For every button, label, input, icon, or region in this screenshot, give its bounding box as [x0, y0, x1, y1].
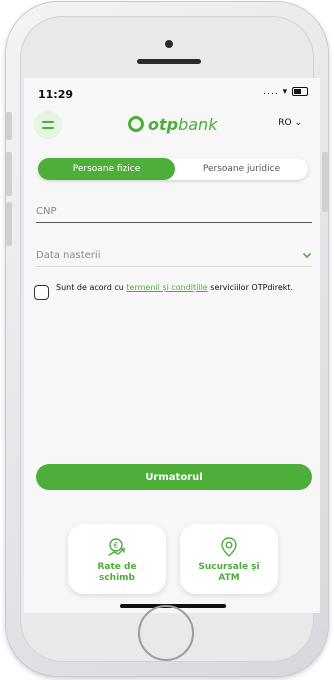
side-button: [6, 112, 12, 140]
app-screen: 11:29 .... ▾ otpbank RO ⌄ Persoane fizic…: [24, 78, 320, 613]
branches-atm-button[interactable]: Sucursale și ATM: [180, 524, 278, 594]
next-button[interactable]: Urmatorul: [36, 464, 312, 490]
wifi-icon: ▾: [282, 87, 289, 97]
location-pin-icon: [221, 537, 237, 557]
logo-text: otpbank: [148, 114, 218, 134]
exchange-rate-icon: €: [108, 538, 125, 556]
side-button: [6, 152, 12, 196]
home-button[interactable]: [138, 605, 194, 661]
otp-logo-icon: [128, 116, 144, 132]
front-camera: [165, 40, 173, 48]
hamburger-icon: [42, 121, 54, 123]
birthdate-field[interactable]: Data nasterii: [36, 248, 312, 267]
branches-atm-label: Sucursale și ATM: [198, 562, 260, 583]
birthdate-placeholder: Data nasterii: [36, 250, 101, 261]
language-selector[interactable]: RO ⌄: [278, 118, 302, 128]
cnp-placeholder: CNP: [36, 206, 57, 217]
menu-button[interactable]: [34, 111, 62, 139]
exchange-rates-label: Rate de schimb: [97, 562, 137, 583]
chevron-down-icon: [303, 253, 311, 258]
status-icons: .... ▾: [263, 87, 308, 97]
side-button: [322, 152, 328, 212]
earpiece-speaker: [137, 59, 201, 64]
hamburger-icon: [42, 127, 54, 129]
tab-persoane-fizice[interactable]: Persoane fizice: [38, 158, 175, 180]
battery-icon: [292, 87, 308, 96]
side-button: [6, 202, 12, 246]
otp-bank-logo: otpbank: [128, 113, 217, 135]
terms-text: Sunt de acord cu termenii și condițiile …: [56, 283, 294, 292]
customer-type-toggle: Persoane fizice Persoane juridice: [38, 158, 308, 180]
tab-persoane-juridice[interactable]: Persoane juridice: [175, 158, 308, 180]
svg-text:€: €: [113, 541, 118, 550]
chevron-down-icon: ⌄: [294, 118, 302, 128]
cnp-field[interactable]: CNP: [36, 204, 312, 223]
status-time: 11:29: [38, 88, 74, 101]
language-label: RO: [278, 118, 292, 128]
status-bar: 11:29 .... ▾: [24, 78, 320, 106]
signal-icon: ....: [263, 87, 279, 97]
app-header: otpbank RO ⌄: [24, 106, 320, 144]
terms-consent: Sunt de acord cu termenii și condițiile …: [34, 283, 314, 311]
terms-link[interactable]: termenii și condițiile: [126, 283, 207, 292]
terms-checkbox[interactable]: [34, 285, 49, 300]
exchange-rates-button[interactable]: € Rate de schimb: [68, 524, 166, 594]
